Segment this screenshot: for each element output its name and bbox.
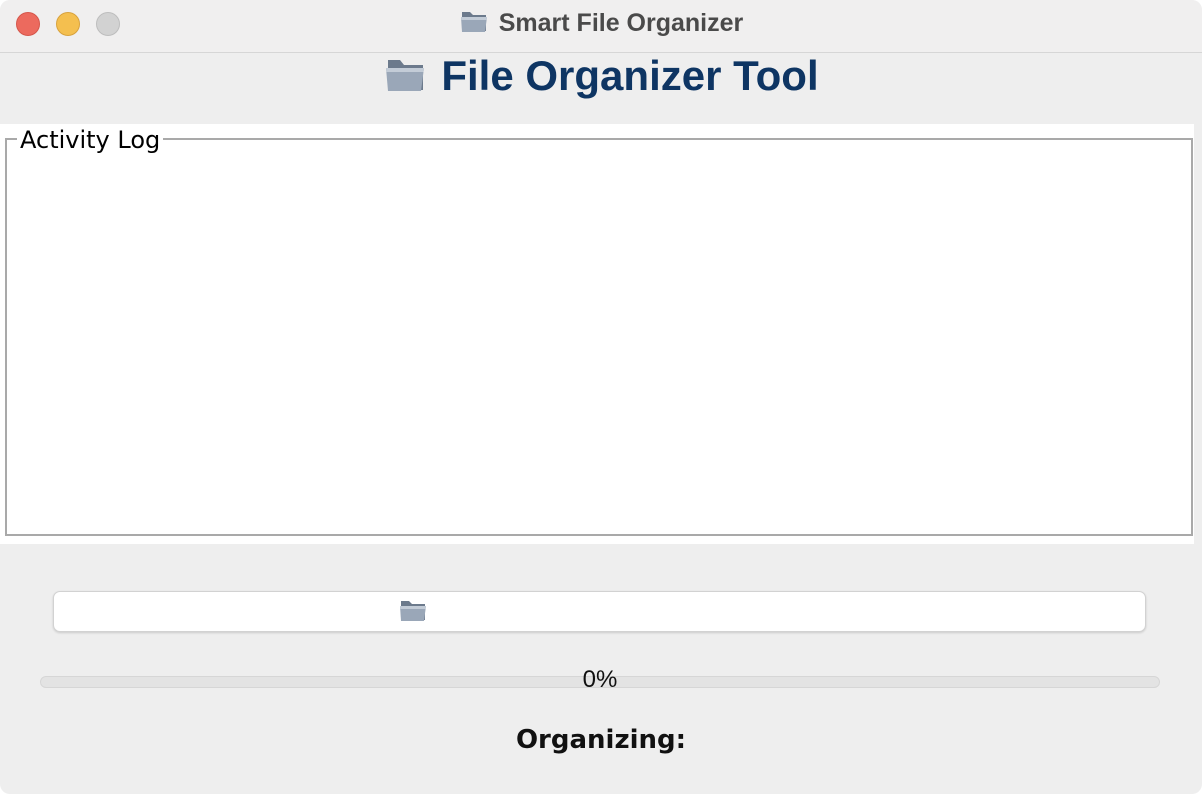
- activity-log-panel: Activity Log: [0, 124, 1194, 544]
- status-label: Organizing:: [515, 725, 687, 755]
- activity-log-box: Activity Log: [5, 126, 1193, 536]
- folder-icon: [459, 7, 489, 39]
- title-bar[interactable]: Smart File Organizer: [0, 0, 1202, 53]
- folder-icon: [383, 54, 427, 98]
- progress-bar: 0%: [40, 666, 1160, 693]
- folder-icon: [398, 596, 428, 628]
- activity-log-legend: Activity Log: [17, 126, 164, 154]
- progress-label: 0%: [582, 666, 618, 693]
- window-title-group: Smart File Organizer: [0, 0, 1202, 46]
- app-window: Smart File Organizer File Organizer Tool…: [0, 0, 1202, 794]
- page-title: File Organizer Tool: [441, 52, 819, 99]
- window-title: Smart File Organizer: [498, 8, 744, 37]
- folder-path-field[interactable]: [53, 591, 1146, 632]
- activity-log-textarea[interactable]: [15, 156, 1183, 526]
- app-header: File Organizer Tool: [0, 52, 1202, 123]
